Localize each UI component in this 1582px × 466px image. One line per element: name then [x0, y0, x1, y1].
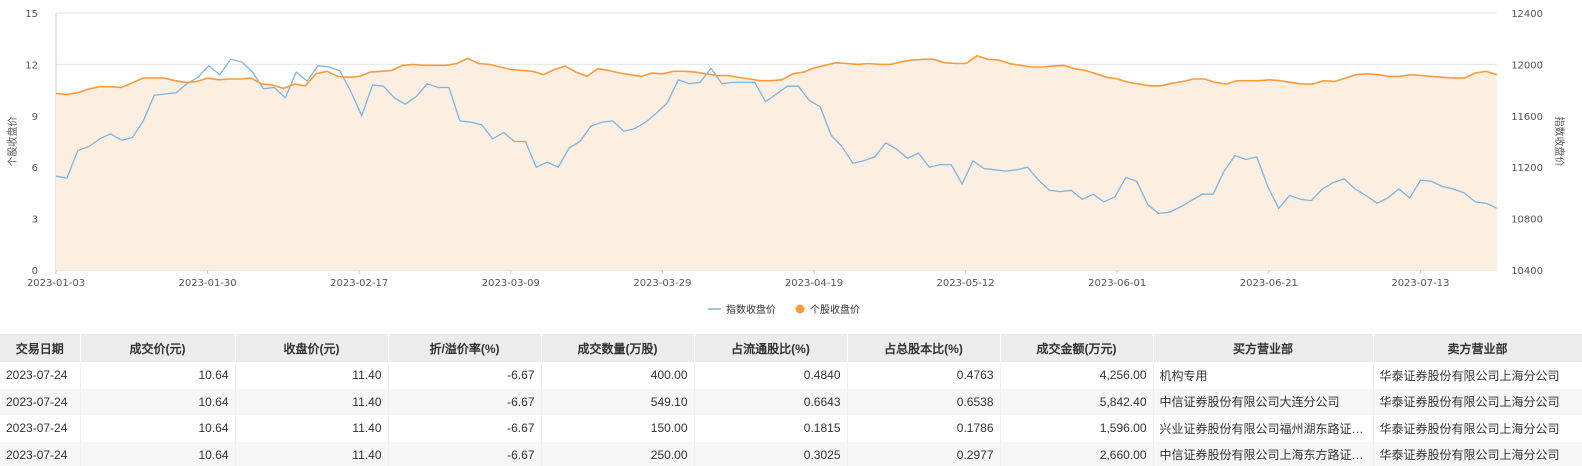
x-tick-label: 2023-01-30: [179, 278, 237, 289]
cell-total-share-ratio: 0.1786: [847, 415, 1001, 442]
header-amount[interactable]: 成交金额(万元): [1000, 334, 1154, 362]
cell-premium-rate: -6.67: [388, 388, 542, 415]
table-row: 2023-07-24 10.64 11.40 -6.67 400.00 0.48…: [0, 362, 1582, 389]
cell-trade-date: 2023-07-24: [0, 362, 81, 389]
cell-float-share-ratio: 0.4840: [694, 362, 848, 389]
y-left-tick-label: 9: [32, 112, 38, 123]
cell-total-share-ratio: 0.6538: [847, 388, 1001, 415]
header-seller[interactable]: 卖方营业部: [1373, 334, 1582, 362]
header-float-share-ratio[interactable]: 占流通股比(%): [694, 334, 848, 362]
table-row: 2023-07-24 10.64 11.40 -6.67 150.00 0.18…: [0, 415, 1582, 442]
header-buyer[interactable]: 买方营业部: [1153, 334, 1374, 362]
cell-trade-price: 10.64: [80, 362, 236, 389]
cell-float-share-ratio: 0.6643: [694, 388, 848, 415]
x-tick-label: 2023-04-19: [785, 278, 843, 289]
x-tick-label: 2023-07-13: [1391, 278, 1449, 289]
cell-total-share-ratio: 0.2977: [847, 441, 1001, 466]
y-right-axis-title: 指数收盘价: [1553, 117, 1566, 167]
table-row: 2023-07-24 10.64 11.40 -6.67 250.00 0.30…: [0, 441, 1582, 466]
table-row: 2023-07-24 10.64 11.40 -6.67 549.10 0.66…: [0, 388, 1582, 415]
y-left-tick-label: 6: [32, 163, 38, 174]
header-total-share-ratio[interactable]: 占总股本比(%): [847, 334, 1001, 362]
cell-close-price: 11.40: [235, 362, 389, 389]
x-tick-label: 2023-02-17: [330, 278, 388, 289]
cell-close-price: 11.40: [235, 441, 389, 466]
x-tick-label: 2023-01-03: [27, 278, 85, 289]
cell-seller: 华泰证券股份有限公司上海分公司: [1373, 415, 1582, 442]
cell-trade-date: 2023-07-24: [0, 388, 81, 415]
cell-trade-price: 10.64: [80, 388, 236, 415]
x-tick-label: 2023-03-29: [633, 278, 691, 289]
y-left-tick-label: 12: [25, 60, 38, 71]
header-close-price[interactable]: 收盘价(元): [235, 334, 389, 362]
x-tick-label: 2023-05-12: [937, 278, 995, 289]
cell-volume: 400.00: [541, 362, 695, 389]
y-right-tick-label: 10800: [1511, 215, 1543, 226]
chart-container: 0 3 6 9 12 15 10400 10800 11200 11600 12000 12400 20…: [0, 0, 1582, 330]
cell-volume: 150.00: [541, 415, 695, 442]
header-premium-rate[interactable]: 折/溢价率(%): [388, 334, 542, 362]
y-right-tick-label: 11600: [1511, 112, 1543, 123]
legend-stock-label: 个股收盘价: [810, 303, 860, 316]
price-chart: 0 3 6 9 12 15 10400 10800 11200 11600 12000 12400 20…: [6, 9, 1566, 316]
y-right-tick-label: 12000: [1511, 60, 1543, 71]
table-header-row: 交易日期 成交价(元) 收盘价(元) 折/溢价率(%) 成交数量(万股) 占流通…: [0, 334, 1582, 362]
cell-close-price: 11.40: [235, 388, 389, 415]
cell-amount: 4,256.00: [1000, 362, 1154, 389]
y-left-tick-label: 0: [32, 266, 38, 277]
cell-seller: 华泰证券股份有限公司上海分公司: [1373, 388, 1582, 415]
cell-buyer: 兴业证券股份有限公司福州湖东路证券营业部: [1153, 415, 1374, 442]
x-tick-label: 2023-03-09: [482, 278, 540, 289]
cell-premium-rate: -6.67: [388, 362, 542, 389]
cell-buyer: 中信证券股份有限公司大连分公司: [1153, 388, 1374, 415]
y-left-tick-label: 3: [32, 215, 38, 226]
cell-trade-date: 2023-07-24: [0, 415, 81, 442]
header-trade-price[interactable]: 成交价(元): [80, 334, 236, 362]
cell-amount: 5,842.40: [1000, 388, 1154, 415]
cell-volume: 549.10: [541, 388, 695, 415]
y-left-axis-title: 个股收盘价: [6, 117, 19, 167]
cell-total-share-ratio: 0.4763: [847, 362, 1001, 389]
cell-buyer: 中信证券股份有限公司上海东方路证券营业部: [1153, 441, 1374, 466]
block-trade-table: 交易日期 成交价(元) 收盘价(元) 折/溢价率(%) 成交数量(万股) 占流通…: [0, 334, 1582, 466]
cell-seller: 华泰证券股份有限公司上海分公司: [1373, 362, 1582, 389]
x-tick-label: 2023-06-21: [1240, 278, 1298, 289]
cell-amount: 2,660.00: [1000, 441, 1154, 466]
cell-buyer: 机构专用: [1153, 362, 1374, 389]
cell-trade-price: 10.64: [80, 415, 236, 442]
cell-volume: 250.00: [541, 441, 695, 466]
cell-seller: 华泰证券股份有限公司上海分公司: [1373, 441, 1582, 466]
legend-index-label: 指数收盘价: [726, 303, 776, 316]
cell-float-share-ratio: 0.3025: [694, 441, 848, 466]
cell-float-share-ratio: 0.1815: [694, 415, 848, 442]
cell-premium-rate: -6.67: [388, 441, 542, 466]
y-right-tick-label: 10400: [1511, 266, 1543, 277]
header-volume[interactable]: 成交数量(万股): [541, 334, 695, 362]
cell-amount: 1,596.00: [1000, 415, 1154, 442]
cell-trade-date: 2023-07-24: [0, 441, 81, 466]
cell-premium-rate: -6.67: [388, 415, 542, 442]
y-right-tick-label: 12400: [1511, 9, 1543, 20]
x-tick-label: 2023-06-01: [1088, 278, 1146, 289]
cell-trade-price: 10.64: [80, 441, 236, 466]
header-trade-date[interactable]: 交易日期: [0, 334, 81, 362]
legend-stock-swatch: [795, 304, 805, 314]
y-left-tick-label: 15: [25, 9, 38, 20]
block-trade-table-container: 交易日期 成交价(元) 收盘价(元) 折/溢价率(%) 成交数量(万股) 占流通…: [0, 334, 1582, 466]
y-right-tick-label: 11200: [1511, 163, 1543, 174]
cell-close-price: 11.40: [235, 415, 389, 442]
